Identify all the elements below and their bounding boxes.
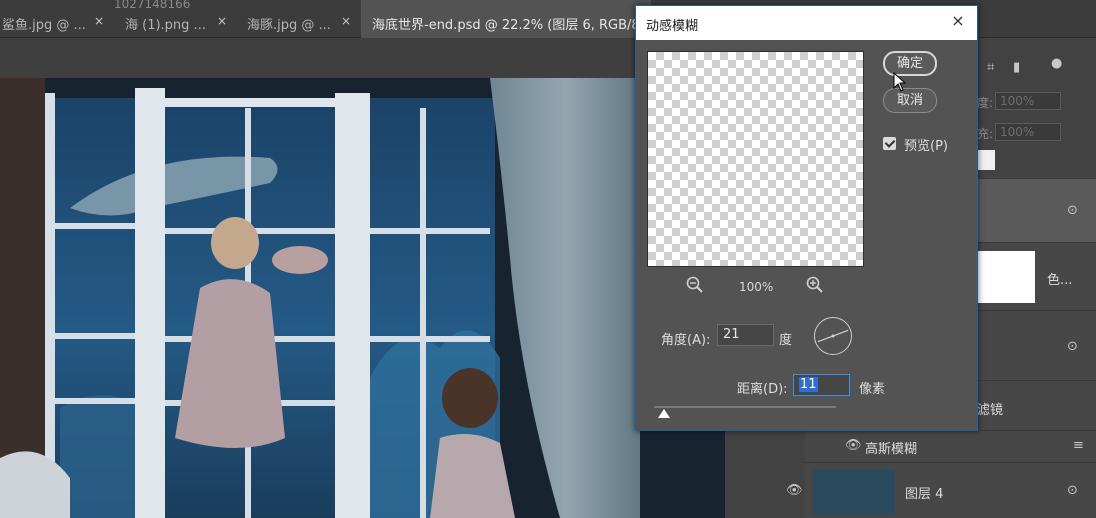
- fill-label: 充:: [977, 127, 994, 141]
- preview-label: 预览(P): [904, 139, 948, 154]
- canvas-image: [0, 78, 725, 518]
- close-icon[interactable]: ×: [217, 14, 227, 28]
- layer-name: 图层 4: [905, 487, 944, 502]
- motion-blur-dialog: 动感模糊 × 100% 确定 取消 预览(P) 角度(A): 21 度 距离(D…: [635, 5, 978, 431]
- tab-label: 海底世界-end.psd @ 22.2% (图层 6, RGB/8: [372, 18, 640, 33]
- link-icon[interactable]: ⊙: [1067, 203, 1078, 218]
- preview-checkbox[interactable]: [883, 137, 896, 150]
- angle-input[interactable]: 21: [717, 324, 774, 346]
- transform-icon[interactable]: ⌗: [987, 60, 994, 75]
- layer-name: 色...: [1047, 273, 1073, 288]
- link-icon[interactable]: ⊙: [1067, 339, 1078, 354]
- eye-icon[interactable]: 👁: [845, 438, 862, 453]
- dot-icon[interactable]: ●: [1051, 56, 1062, 71]
- tab-label: 海豚.jpg @ ...: [247, 18, 331, 33]
- angle-unit: 度: [779, 333, 793, 348]
- dialog-title: 动感模糊: [646, 19, 699, 34]
- close-icon[interactable]: ×: [949, 12, 967, 30]
- dialog-title-bar[interactable]: 动感模糊 ×: [636, 6, 977, 40]
- watermark-text: 1027148166: [114, 0, 191, 11]
- distance-slider-thumb[interactable]: [658, 409, 670, 418]
- distance-slider-track[interactable]: [654, 406, 836, 408]
- tab-shark-jpg[interactable]: 鲨鱼.jpg @ ... ×: [0, 0, 115, 38]
- lock-icon[interactable]: ▮: [1013, 60, 1020, 75]
- link-icon[interactable]: ⊙: [1067, 483, 1078, 498]
- angle-dial[interactable]: [814, 317, 852, 355]
- preview-pane[interactable]: [647, 51, 864, 267]
- close-icon[interactable]: ×: [341, 14, 351, 28]
- opacity-field[interactable]: 100%: [995, 92, 1061, 110]
- zoom-out-icon[interactable]: [686, 276, 704, 294]
- eye-icon[interactable]: 👁: [786, 483, 803, 498]
- mouse-cursor-icon: [893, 72, 907, 92]
- document-canvas[interactable]: [0, 78, 725, 518]
- distance-value: 11: [799, 377, 818, 392]
- ok-button[interactable]: 确定: [883, 51, 937, 76]
- cancel-button[interactable]: 取消: [883, 88, 937, 113]
- filter-row-gaussian[interactable]: 👁 高斯模糊 ≡: [805, 430, 1096, 462]
- layer-row-4[interactable]: 👁 图层 4 ⊙: [786, 462, 1096, 518]
- tab-dolphin-jpg[interactable]: 海豚.jpg @ ... ×: [237, 0, 361, 38]
- opacity-label: 度:: [977, 96, 994, 110]
- tab-ocean-world-psd[interactable]: 海底世界-end.psd @ 22.2% (图层 6, RGB/8: [361, 0, 651, 38]
- layer-thumbnail: [977, 251, 1035, 303]
- layer-thumbnail: [813, 469, 895, 515]
- distance-input[interactable]: 11: [793, 374, 850, 396]
- fill-field[interactable]: 100%: [995, 123, 1061, 141]
- close-icon[interactable]: ×: [94, 14, 104, 28]
- distance-label: 距离(D):: [737, 382, 788, 397]
- filter-options-icon[interactable]: ≡: [1073, 438, 1084, 453]
- smart-filter-label: 滤镜: [977, 403, 1004, 418]
- distance-unit: 像素: [859, 382, 886, 397]
- color-swatch[interactable]: [977, 150, 995, 170]
- zoom-in-icon[interactable]: [806, 276, 824, 294]
- zoom-level: 100%: [739, 280, 774, 294]
- angle-label: 角度(A):: [661, 333, 711, 348]
- tab-label: 海 (1).png ...: [125, 18, 206, 33]
- tab-label: 鲨鱼.jpg @ ...: [2, 18, 86, 33]
- filter-name: 高斯模糊: [865, 442, 918, 457]
